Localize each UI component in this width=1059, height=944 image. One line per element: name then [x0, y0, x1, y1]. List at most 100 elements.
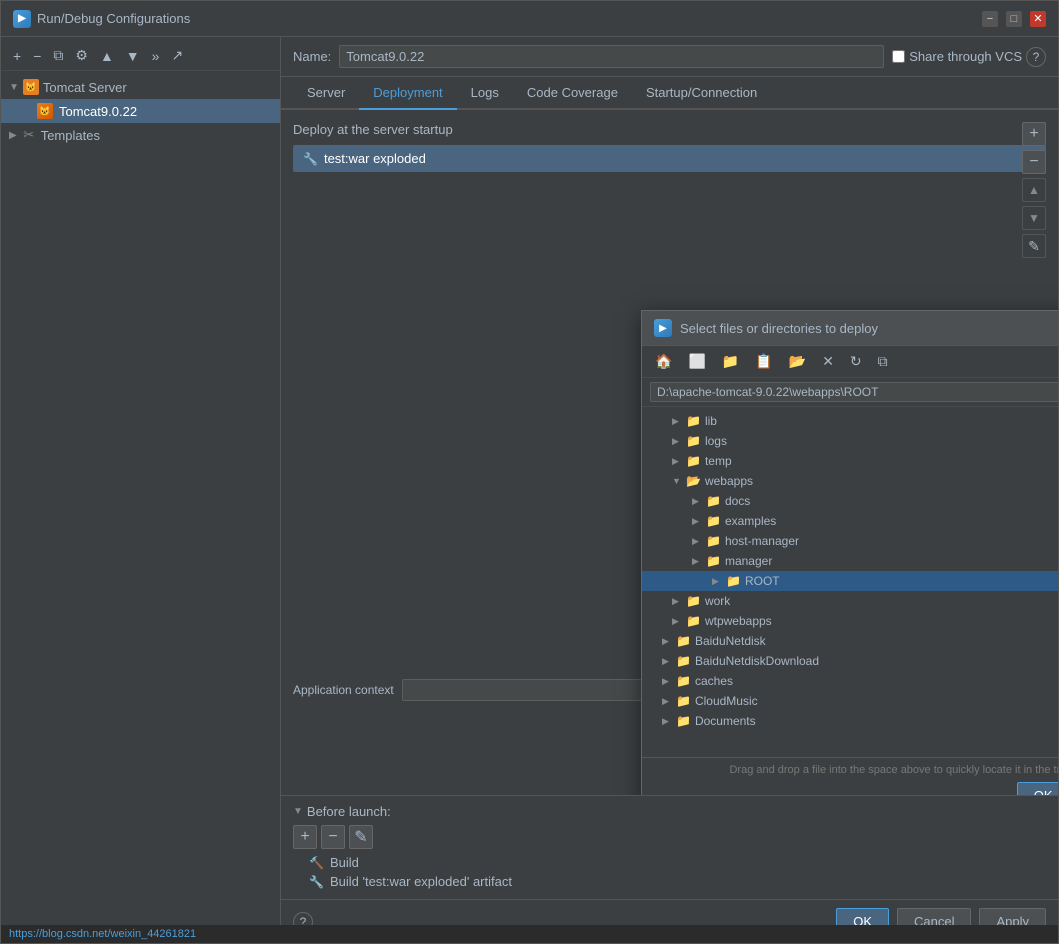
sidebar-item-tomcat9[interactable]: 🐱 Tomcat9.0.22	[1, 99, 280, 123]
tree-item-wtpwebapps[interactable]: ▶ 📁 wtpwebapps	[642, 611, 1058, 631]
folder-cloudmusic-icon: 📁	[676, 694, 691, 708]
maximize-button[interactable]: □	[1006, 11, 1022, 27]
file-browser-dialog: ▶ Select files or directories to deploy …	[641, 310, 1058, 795]
tab-coverage[interactable]: Code Coverage	[513, 77, 632, 110]
new-folder-button[interactable]: 📂	[784, 350, 811, 373]
tree-item-logs[interactable]: ▶ 📁 logs	[642, 431, 1058, 451]
edit-launch-button[interactable]: ✎	[349, 825, 373, 849]
minimize-button[interactable]: −	[982, 11, 998, 27]
folder-root-icon: 📁	[726, 574, 741, 588]
launch-items: 🔨 Build 🔧 Build 'test:war exploded' arti…	[293, 853, 1046, 891]
remove-launch-button[interactable]: −	[321, 825, 345, 849]
tree-item-baidunetdiskdownload-label: BaiduNetdiskDownload	[695, 654, 819, 668]
up-config-button[interactable]: ▲	[96, 46, 118, 66]
sidebar-templates-label: Templates	[41, 128, 100, 143]
down-artifact-button[interactable]: ▼	[1022, 206, 1046, 230]
tab-deployment[interactable]: Deployment	[359, 77, 456, 110]
open-config-button[interactable]: ↗	[167, 45, 187, 66]
app-icon: ▶	[13, 10, 31, 28]
tree-item-manager[interactable]: ▶ 📁 manager	[642, 551, 1058, 571]
up-artifact-button[interactable]: ▲	[1022, 178, 1046, 202]
tree-item-webapps-label: webapps	[705, 474, 753, 488]
tree-item-webapps[interactable]: ▼ 📂 webapps	[642, 471, 1058, 491]
tree-item-cloudmusic[interactable]: ▶ 📁 CloudMusic	[642, 691, 1058, 711]
tree-item-lib[interactable]: ▶ 📁 lib	[642, 411, 1058, 431]
tree-item-root[interactable]: ▶ 📁 ROOT	[642, 571, 1058, 591]
folder-host-manager-icon: 📁	[706, 534, 721, 548]
tab-logs[interactable]: Logs	[457, 77, 513, 110]
url-bar: https://blog.csdn.net/weixin_44261821	[1, 925, 1058, 943]
folder-temp-icon: 📁	[686, 454, 701, 468]
home-button[interactable]: 🏠	[650, 350, 677, 373]
dialog-title: Run/Debug Configurations	[37, 11, 190, 26]
remove-artifact-button[interactable]: −	[1022, 150, 1046, 174]
folder-webapps-icon: 📂	[686, 474, 701, 488]
file-tree[interactable]: ▶ 📁 lib ▶ 📁 logs ▶ 📁	[642, 407, 1058, 757]
path-bar: ⬇	[642, 378, 1058, 407]
tab-content-deployment: Deploy at the server startup 🔧 test:war …	[281, 110, 1058, 795]
remove-config-button[interactable]: −	[29, 46, 45, 66]
refresh-button[interactable]: ↻	[845, 350, 867, 373]
application-context-label: Application context	[293, 683, 394, 697]
file-dialog-title-text: Select files or directories to deploy	[680, 321, 878, 336]
file-dialog-title-bar: ▶ Select files or directories to deploy …	[642, 311, 1058, 346]
launch-item-build[interactable]: 🔨 Build	[309, 853, 1046, 872]
sidebar-tomcat-server-section[interactable]: ▼ 🐱 Tomcat Server	[1, 75, 280, 99]
tab-startup[interactable]: Startup/Connection	[632, 77, 771, 110]
delete-button[interactable]: ✕	[817, 350, 839, 373]
drag-hint: Drag and drop a file into the space abov…	[650, 764, 1058, 776]
copy-button[interactable]: 📋	[750, 350, 777, 373]
folder-lib-icon: 📁	[686, 414, 701, 428]
tree-item-docs[interactable]: ▶ 📁 docs	[642, 491, 1058, 511]
deploy-at-startup-label: Deploy at the server startup	[293, 122, 1046, 137]
tree-item-examples[interactable]: ▶ 📁 examples	[642, 511, 1058, 531]
path-input[interactable]	[650, 382, 1058, 402]
folder-baidunetdisk-icon: 📁	[676, 634, 691, 648]
copy-config-button[interactable]: ⧉	[49, 45, 67, 66]
name-label: Name:	[293, 49, 331, 64]
tabs-bar: Server Deployment Logs Code Coverage Sta…	[281, 77, 1058, 110]
tree-item-work-label: work	[705, 594, 730, 608]
file-dialog-ok-button[interactable]: OK	[1017, 782, 1058, 795]
close-button[interactable]: ✕	[1030, 11, 1046, 27]
artifact-row[interactable]: 🔧 test:war exploded	[293, 145, 1046, 172]
edit-artifact-button[interactable]: ✎	[1022, 234, 1046, 258]
sidebar-templates-section[interactable]: ▶ ✂ Templates	[1, 123, 280, 147]
launch-item-build-artifact[interactable]: 🔧 Build 'test:war exploded' artifact	[309, 872, 1046, 891]
tree-item-caches[interactable]: ▶ 📁 caches	[642, 671, 1058, 691]
share-vcs-label: Share through VCS	[909, 49, 1022, 64]
expand-all-button[interactable]: ⧉	[873, 350, 893, 373]
folder-button[interactable]: 📁	[717, 350, 744, 373]
tree-item-documents[interactable]: ▶ 📁 Documents	[642, 711, 1058, 731]
tree-item-work[interactable]: ▶ 📁 work	[642, 591, 1058, 611]
settings-config-button[interactable]: ⚙	[71, 45, 92, 66]
tree-item-lib-label: lib	[705, 414, 717, 428]
templates-section-icon: ✂	[21, 127, 37, 143]
tomcat-server-section-label: Tomcat Server	[43, 80, 127, 95]
vcs-checkbox-area: Share through VCS ?	[892, 47, 1046, 67]
tree-item-host-manager[interactable]: ▶ 📁 host-manager	[642, 531, 1058, 551]
add-launch-button[interactable]: +	[293, 825, 317, 849]
artifact-icon: 🔧	[303, 152, 318, 166]
more-config-button[interactable]: »	[148, 46, 164, 66]
tree-item-baidunetdiskdownload[interactable]: ▶ 📁 BaiduNetdiskDownload	[642, 651, 1058, 671]
folder-wtpwebapps-icon: 📁	[686, 614, 701, 628]
file-new-button[interactable]: ⬜	[683, 350, 710, 373]
tree-item-temp[interactable]: ▶ 📁 temp	[642, 451, 1058, 471]
run-debug-dialog: ▶ Run/Debug Configurations − □ ✕ + − ⧉ ⚙…	[0, 0, 1059, 944]
side-action-buttons: + − ▲ ▼ ✎	[1022, 122, 1046, 258]
file-dialog-footer: Drag and drop a file into the space abov…	[642, 757, 1058, 795]
expand-templates-icon: ▶	[9, 130, 17, 141]
tree-item-baidunetdisk[interactable]: ▶ 📁 BaiduNetdisk	[642, 631, 1058, 651]
right-panel: Name: Share through VCS ? Server Deploym…	[281, 37, 1058, 943]
tomcat-server-section-icon: 🐱	[23, 79, 39, 95]
help-button-name[interactable]: ?	[1026, 47, 1046, 67]
folder-manager-icon: 📁	[706, 554, 721, 568]
tab-server[interactable]: Server	[293, 77, 359, 110]
add-artifact-button[interactable]: +	[1022, 122, 1046, 146]
share-vcs-checkbox[interactable]	[892, 50, 905, 63]
tree-item-logs-label: logs	[705, 434, 727, 448]
add-config-button[interactable]: +	[9, 46, 25, 66]
name-input[interactable]	[339, 45, 884, 68]
down-config-button[interactable]: ▼	[122, 46, 144, 66]
